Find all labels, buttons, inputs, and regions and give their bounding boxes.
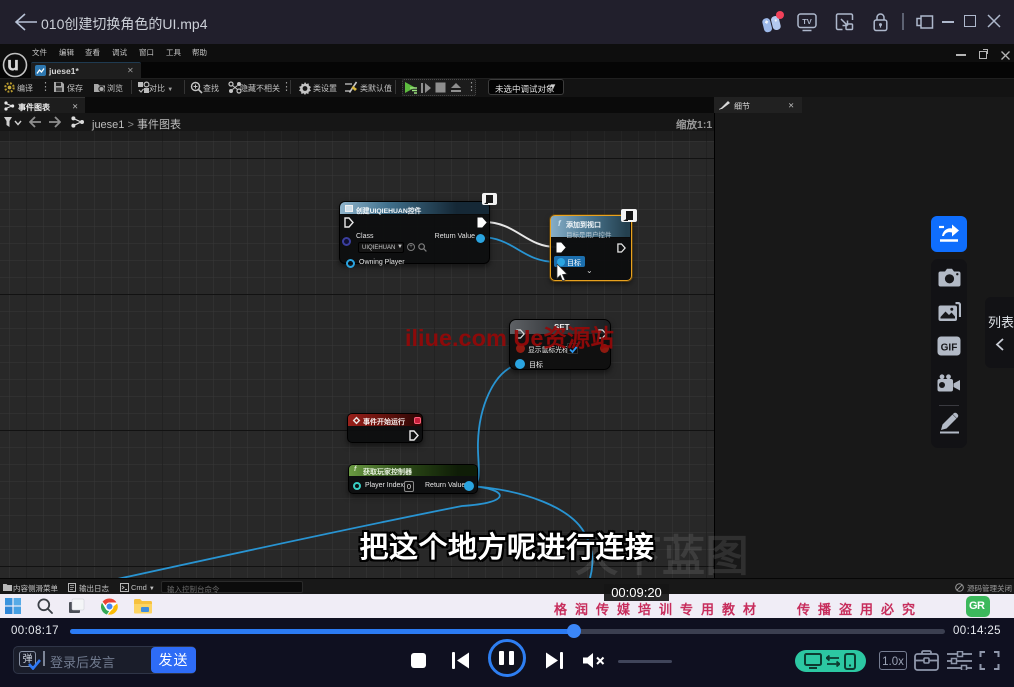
svg-text:TV: TV (802, 17, 812, 26)
svg-text:GIF: GIF (941, 343, 958, 354)
